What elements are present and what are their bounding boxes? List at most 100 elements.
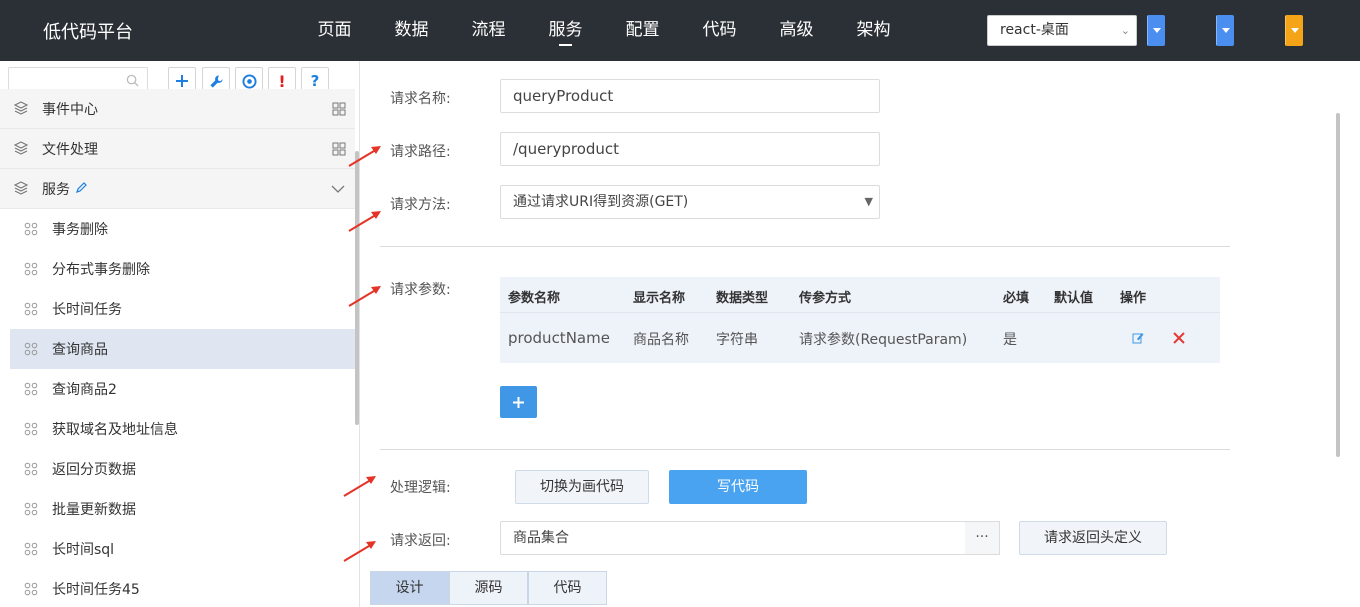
switch-to-draw-code-button[interactable]: 切换为画代码 xyxy=(515,470,649,504)
app-title: 低代码平台 xyxy=(43,22,133,43)
sidebar-item-label: 长时间任务 xyxy=(52,302,122,318)
grid-icon xyxy=(332,142,346,156)
request-params-label: 请求参数: xyxy=(390,282,451,298)
preview-dropdown-button[interactable] xyxy=(1216,15,1234,46)
tab-code[interactable]: 代码 xyxy=(528,571,607,605)
column-header: 默认值 xyxy=(1054,291,1094,306)
annotation-arrow-icon xyxy=(343,476,376,497)
nav-item-advanced[interactable]: 高级 xyxy=(758,0,835,61)
sidebar: ! ? 事件中心 文件处理 服务 事务删除 分布式事务删除 长时间任务 查询商品… xyxy=(0,61,360,607)
sidebar-group-event-center[interactable]: 事件中心 xyxy=(0,89,355,129)
exclamation-icon: ! xyxy=(278,71,286,91)
service-node-icon xyxy=(24,222,38,236)
service-node-icon xyxy=(24,262,38,276)
nav-item-config[interactable]: 配置 xyxy=(604,0,681,61)
sidebar-group-file-processing[interactable]: 文件处理 xyxy=(0,129,355,169)
annotation-arrow-icon xyxy=(343,541,376,562)
table-header: 参数名称 显示名称 数据类型 传参方式 必填 默认值 操作 xyxy=(500,277,1220,313)
column-header: 必填 xyxy=(1003,291,1030,306)
sidebar-group-label: 事件中心 xyxy=(42,102,98,118)
publish-dropdown-button[interactable] xyxy=(1285,15,1303,46)
sidebar-item[interactable]: 查询商品2 xyxy=(10,369,355,409)
sidebar-item-label: 长时间任务45 xyxy=(52,582,140,598)
sidebar-item[interactable]: 长时间任务 xyxy=(10,289,355,329)
add-param-button[interactable] xyxy=(500,386,537,418)
sidebar-item[interactable]: 获取域名及地址信息 xyxy=(10,409,355,449)
env-select-value: react-桌面 xyxy=(1000,22,1069,38)
param-mode-cell: 请求参数(RequestParam) xyxy=(799,332,968,348)
delete-icon[interactable] xyxy=(1173,332,1185,344)
sidebar-group-label: 文件处理 xyxy=(42,141,98,158)
column-header: 参数名称 xyxy=(508,291,561,306)
request-path-label: 请求路径: xyxy=(390,144,451,160)
main-scrollbar[interactable] xyxy=(1336,113,1340,457)
request-method-label: 请求方法: xyxy=(390,197,451,213)
edit-pencil-icon[interactable] xyxy=(75,182,87,194)
target-icon xyxy=(241,73,257,89)
sidebar-item-label: 获取域名及地址信息 xyxy=(52,422,178,438)
nav-item-architecture[interactable]: 架构 xyxy=(835,0,912,61)
request-path-input[interactable]: /queryproduct xyxy=(500,132,880,166)
service-node-icon xyxy=(24,382,38,396)
request-method-select[interactable]: 通过请求URI得到资源(GET) ▼ xyxy=(500,185,880,219)
edit-icon[interactable] xyxy=(1132,332,1144,344)
param-required-cell: 是 xyxy=(1003,332,1017,348)
chevron-down-icon[interactable] xyxy=(330,182,346,196)
sidebar-item-label: 长时间sql xyxy=(52,542,115,558)
tab-design[interactable]: 设计 xyxy=(370,571,449,605)
question-icon: ? xyxy=(310,72,320,90)
nav-item-service[interactable]: 服务 xyxy=(527,0,604,61)
logic-label: 处理逻辑: xyxy=(390,480,451,496)
save-dropdown-button[interactable] xyxy=(1147,15,1165,46)
request-name-input[interactable]: queryProduct xyxy=(500,79,880,113)
param-display-cell: 商品名称 xyxy=(633,332,689,348)
preview-button-group: 预览 xyxy=(1216,15,1234,46)
caret-down-icon xyxy=(1152,28,1161,33)
sidebar-item-label: 查询商品 xyxy=(52,342,108,358)
sidebar-item-active[interactable]: 查询商品 xyxy=(10,329,355,369)
chevron-down-icon: ▼ xyxy=(864,195,873,208)
service-node-icon xyxy=(24,542,38,556)
param-name-cell: productName xyxy=(508,329,610,347)
write-code-button[interactable]: 写代码 xyxy=(669,470,807,504)
response-header-button[interactable]: 请求返回头定义 xyxy=(1019,521,1167,555)
layers-icon xyxy=(14,181,28,195)
annotation-arrow-icon xyxy=(348,286,381,307)
sidebar-group-service[interactable]: 服务 xyxy=(0,169,355,209)
chevron-down-icon: ⌄ xyxy=(1120,24,1130,37)
sidebar-item[interactable]: 长时间任务45 xyxy=(10,569,355,607)
sidebar-item[interactable]: 长时间sql xyxy=(10,529,355,569)
publish-button-group: 发布 xyxy=(1285,15,1303,46)
layers-icon xyxy=(14,101,28,115)
nav-item-code[interactable]: 代码 xyxy=(681,0,758,61)
response-more-button[interactable]: ··· xyxy=(965,521,1000,555)
layers-icon xyxy=(14,141,28,155)
annotation-arrow-icon xyxy=(348,146,381,167)
sidebar-item-label: 查询商品2 xyxy=(52,382,117,398)
column-header: 显示名称 xyxy=(633,291,686,306)
sidebar-item[interactable]: 批量更新数据 xyxy=(10,489,355,529)
annotation-arrow-icon xyxy=(348,211,381,232)
column-header: 操作 xyxy=(1120,291,1147,306)
nav-item-data[interactable]: 数据 xyxy=(373,0,450,61)
sidebar-item[interactable]: 分布式事务删除 xyxy=(10,249,355,289)
params-table: 参数名称 显示名称 数据类型 传参方式 必填 默认值 操作 productNam… xyxy=(500,277,1220,363)
response-input[interactable]: 商品集合 xyxy=(500,521,966,555)
nav-item-flow[interactable]: 流程 xyxy=(450,0,527,61)
save-button-group: 保存 xyxy=(1147,15,1165,46)
add-icon xyxy=(176,75,188,87)
sidebar-item[interactable]: 事务删除 xyxy=(10,209,355,249)
column-header: 数据类型 xyxy=(716,291,769,306)
nav-item-page[interactable]: 页面 xyxy=(296,0,373,61)
request-method-value: 通过请求URI得到资源(GET) xyxy=(513,194,689,210)
main-panel: 请求名称: queryProduct 请求路径: /queryproduct 请… xyxy=(360,61,1360,607)
table-row: productName 商品名称 字符串 请求参数(RequestParam) … xyxy=(500,313,1220,363)
service-node-icon xyxy=(24,422,38,436)
sidebar-item-label: 返回分页数据 xyxy=(52,462,136,478)
divider xyxy=(380,449,1230,450)
service-node-icon xyxy=(24,342,38,356)
env-select[interactable]: react-桌面 ⌄ xyxy=(987,15,1137,46)
sidebar-item[interactable]: 返回分页数据 xyxy=(10,449,355,489)
service-node-icon xyxy=(24,502,38,516)
tab-source[interactable]: 源码 xyxy=(449,571,528,605)
